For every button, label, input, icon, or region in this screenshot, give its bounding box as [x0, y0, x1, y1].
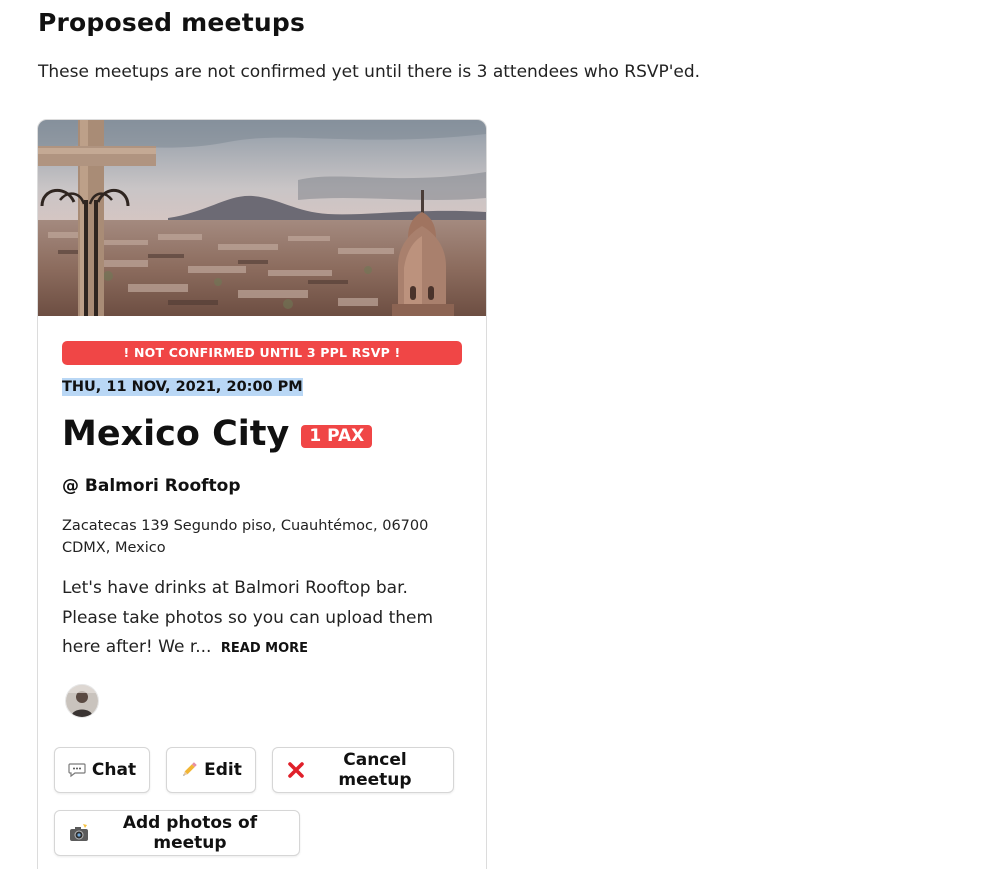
cancel-meetup-button[interactable]: Cancel meetup — [272, 747, 454, 793]
edit-button-label: Edit — [204, 760, 242, 780]
meetup-datetime: THU, 11 NOV, 2021, 20:00 PM — [62, 378, 303, 396]
meetup-venue: @ Balmori Rooftop — [62, 476, 241, 496]
meetup-address: Zacatecas 139 Segundo piso, Cuauhtémoc, … — [62, 518, 429, 556]
page: Proposed meetups These meetups are not c… — [0, 0, 1000, 869]
page-intro: These meetups are not confirmed yet unti… — [38, 62, 701, 82]
edit-button[interactable]: Edit — [166, 747, 256, 793]
meetup-card: ! NOT CONFIRMED UNTIL 3 PPL RSVP ! THU, … — [37, 119, 487, 869]
meetup-cover-image — [38, 120, 486, 316]
meetup-description: Let's have drinks at Balmori Rooftop bar… — [62, 574, 462, 664]
chat-button-label: Chat — [91, 760, 137, 780]
camera-flash-icon — [69, 824, 89, 842]
pencil-icon — [180, 761, 198, 779]
read-more-link[interactable]: READ MORE — [221, 641, 308, 656]
meetup-title-row: Mexico City 1 PAX — [62, 414, 373, 454]
add-photos-button-label: Add photos of meetup — [122, 813, 258, 853]
attendee-avatar[interactable] — [65, 684, 99, 718]
meetup-city: Mexico City — [62, 414, 290, 454]
not-confirmed-banner: ! NOT CONFIRMED UNTIL 3 PPL RSVP ! — [62, 341, 462, 365]
page-heading: Proposed meetups — [38, 8, 306, 37]
add-photos-button[interactable]: Add photos of meetup — [54, 810, 300, 856]
red-x-icon — [287, 761, 305, 779]
chat-button[interactable]: Chat — [54, 747, 150, 793]
cancel-meetup-button-label: Cancel meetup — [338, 750, 412, 790]
speech-bubble-icon — [68, 762, 86, 778]
pax-badge: 1 PAX — [301, 424, 373, 448]
